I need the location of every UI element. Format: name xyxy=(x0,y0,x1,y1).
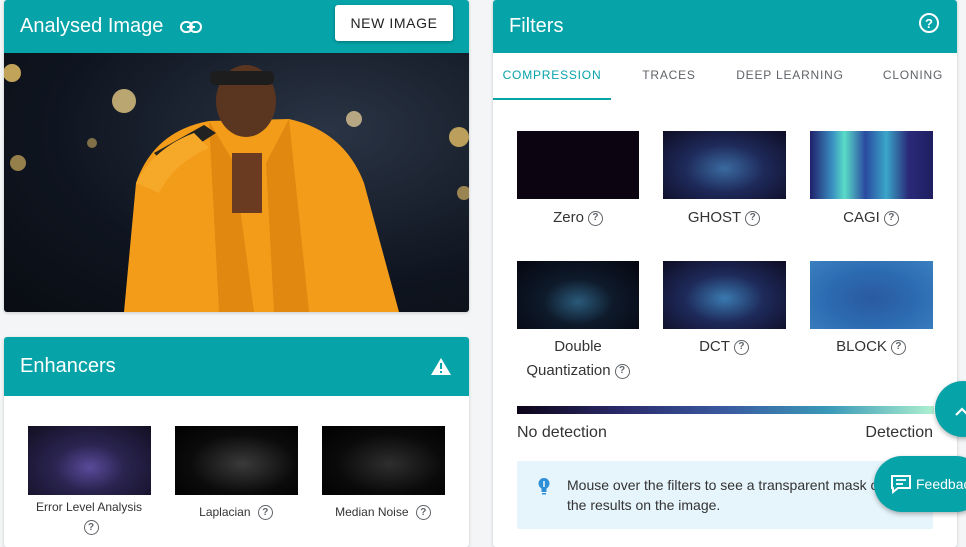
tab-cloning[interactable]: CLONING xyxy=(869,68,957,82)
ghost-filter-caption: GHOST? xyxy=(649,206,799,230)
filters-title: Filters xyxy=(509,15,564,37)
enhancers-title: Enhancers xyxy=(20,355,116,377)
ela-thumbnail[interactable] xyxy=(28,426,151,495)
help-icon[interactable]: ? xyxy=(83,520,99,536)
enhancers-header: Enhancers xyxy=(4,337,469,396)
block-filter-caption: BLOCK? xyxy=(796,335,946,359)
median-noise-caption: Median Noise ? xyxy=(308,500,458,524)
help-icon[interactable]: ? xyxy=(733,339,749,355)
double-quantization-filter-caption: Double Quantization? xyxy=(503,335,653,383)
info-text: Mouse over the filters to see a transpar… xyxy=(567,477,883,513)
zero-filter-caption: Zero? xyxy=(503,206,653,230)
cagi-filter-thumbnail[interactable] xyxy=(810,131,933,199)
tab-deep-learning[interactable]: DEEP LEARNING xyxy=(727,68,853,82)
tab-compression[interactable]: COMPRESSION xyxy=(493,68,611,82)
help-icon[interactable]: ? xyxy=(883,210,899,226)
active-tab-indicator xyxy=(493,98,611,100)
lightbulb-icon xyxy=(537,477,551,500)
zero-filter-thumbnail[interactable] xyxy=(517,131,639,199)
help-icon[interactable]: ? xyxy=(415,505,431,521)
warning-icon[interactable] xyxy=(430,357,452,381)
double-quantization-filter-thumbnail[interactable] xyxy=(517,261,639,329)
feedback-button[interactable]: Feedback xyxy=(874,456,966,512)
analysed-image-card: Analysed Image NEW IMAGE xyxy=(4,0,469,312)
help-icon[interactable]: ? xyxy=(890,339,906,355)
feedback-label: Feedback xyxy=(916,476,966,492)
help-icon[interactable]: ? xyxy=(587,210,603,226)
help-icon[interactable]: ? xyxy=(614,363,630,379)
analysed-image-header: Analysed Image NEW IMAGE xyxy=(4,0,469,53)
detection-color-scale xyxy=(517,406,934,414)
analysed-photo xyxy=(4,53,469,312)
info-box: Mouse over the filters to see a transpar… xyxy=(517,461,933,529)
chevron-up-icon xyxy=(955,403,966,421)
help-icon[interactable]: ? xyxy=(745,210,761,226)
new-image-button[interactable]: NEW IMAGE xyxy=(335,5,453,41)
median-noise-thumbnail[interactable] xyxy=(322,426,445,495)
link-icon[interactable] xyxy=(180,20,203,33)
block-filter-thumbnail[interactable] xyxy=(810,261,933,329)
dct-filter-thumbnail[interactable] xyxy=(663,261,786,329)
ela-caption: Error Level Analysis ? xyxy=(14,497,164,537)
dct-filter-caption: DCT? xyxy=(649,335,799,359)
feedback-icon xyxy=(890,474,912,494)
scale-high-label: Detection xyxy=(865,424,933,441)
filters-header: Filters ? xyxy=(493,0,957,53)
ghost-filter-thumbnail[interactable] xyxy=(663,131,786,199)
laplacian-caption: Laplacian ? xyxy=(161,500,311,524)
scale-low-label: No detection xyxy=(517,424,607,441)
help-icon[interactable]: ? xyxy=(257,505,273,521)
cagi-filter-caption: CAGI? xyxy=(796,206,946,230)
help-circle-icon[interactable]: ? xyxy=(919,13,939,33)
analysed-image-title: Analysed Image xyxy=(20,15,164,37)
laplacian-thumbnail[interactable] xyxy=(175,426,298,495)
enhancers-card: Enhancers Error Level Analysis ? Laplaci… xyxy=(4,337,469,547)
tab-traces[interactable]: TRACES xyxy=(611,68,727,82)
